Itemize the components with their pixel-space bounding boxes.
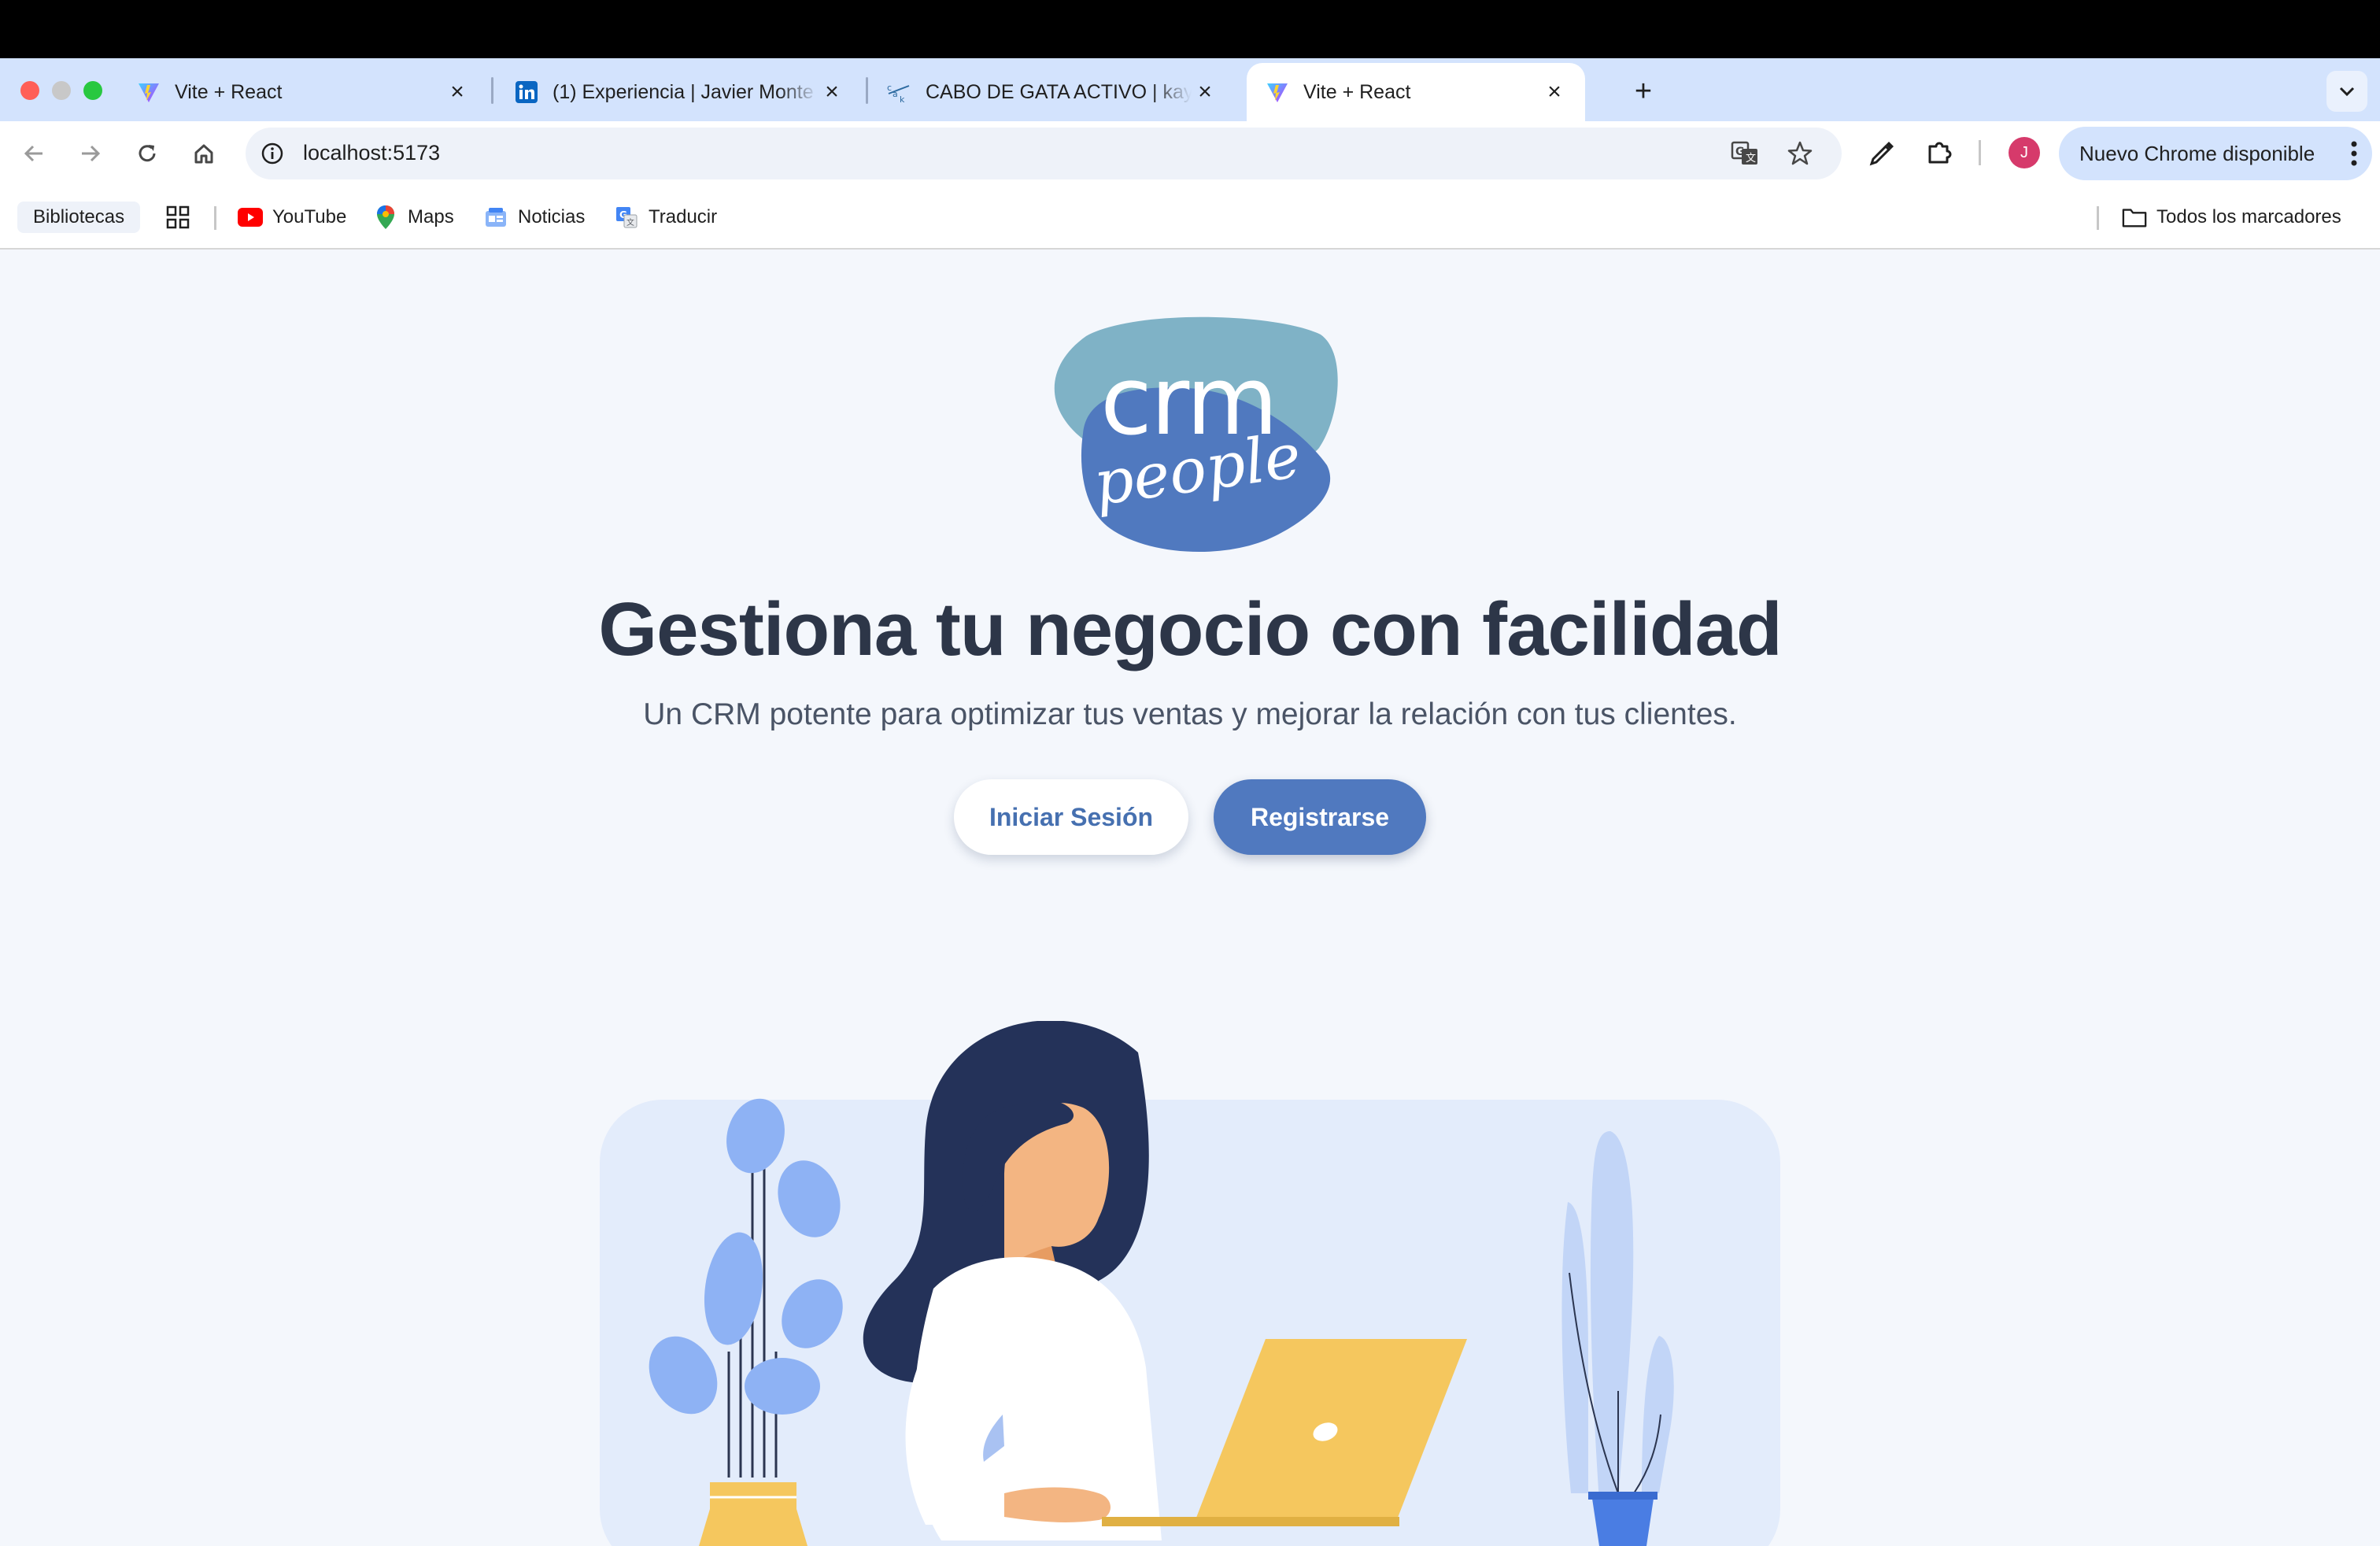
tab-title: (1) Experiencia | Javier Monte <box>552 80 814 103</box>
woman-laptop-illustration <box>600 1021 1780 1546</box>
svg-text:c: c <box>887 83 892 93</box>
home-button[interactable] <box>186 135 222 172</box>
tab-title: Vite + React <box>1303 80 1411 103</box>
apps-grid-icon[interactable] <box>165 205 190 230</box>
bookmark-label: YouTube <box>272 206 347 227</box>
vite-icon <box>135 79 162 105</box>
tab-search-button[interactable] <box>2326 71 2367 112</box>
tab-vite-react-active[interactable]: Vite + React × <box>1247 63 1585 121</box>
tab-kayak[interactable]: cak CABO DE GATA ACTIVO | kaya × <box>869 63 1236 121</box>
bookmark-label: Maps <box>408 206 454 227</box>
bookmarks-divider <box>2097 206 2099 230</box>
browser-window: Vite + React × (1) Experiencia | Javier … <box>0 58 2380 250</box>
bookmark-maps[interactable]: Maps <box>373 202 454 233</box>
bookmark-youtube[interactable]: YouTube <box>238 202 346 233</box>
more-vertical-icon <box>2351 141 2357 166</box>
bookmark-label: Traducir <box>649 206 718 227</box>
linkedin-icon <box>513 79 540 105</box>
svg-text:文: 文 <box>626 217 634 227</box>
forward-button[interactable] <box>72 135 109 172</box>
profile-avatar[interactable]: J <box>2009 137 2040 168</box>
translate-page-icon[interactable]: G文 <box>1730 139 1760 168</box>
reload-button[interactable] <box>129 135 165 172</box>
translate-icon: G文 <box>614 205 639 230</box>
tab-close-icon[interactable]: × <box>1541 79 1568 105</box>
tab-close-icon[interactable]: × <box>819 79 845 105</box>
new-tab-button[interactable]: + <box>1626 74 1661 109</box>
back-button[interactable] <box>16 135 52 172</box>
extensions-puzzle-icon[interactable] <box>1924 137 1955 168</box>
youtube-icon <box>238 205 263 230</box>
bookmark-label: Todos los marcadores <box>2156 206 2341 227</box>
bookmark-all-bookmarks[interactable]: Todos los marcadores <box>2122 202 2341 233</box>
svg-text:文: 文 <box>1746 153 1756 165</box>
hero-subline: Un CRM potente para optimizar tus ventas… <box>643 697 1737 731</box>
tab-title: Vite + React <box>175 80 283 103</box>
tab-divider <box>491 77 493 104</box>
home-icon <box>194 144 213 164</box>
eyedropper-extension-icon[interactable] <box>1867 137 1898 168</box>
tab-strip: Vite + React × (1) Experiencia | Javier … <box>0 58 2380 121</box>
arrow-right-icon <box>82 145 101 162</box>
update-chrome-label: Nuevo Chrome disponible <box>2079 141 2315 165</box>
bookmark-bibliotecas[interactable]: Bibliotecas <box>17 202 141 233</box>
tab-close-icon[interactable]: × <box>444 79 471 105</box>
update-chrome-button[interactable]: Nuevo Chrome disponible <box>2059 127 2372 180</box>
vite-icon <box>1264 79 1291 105</box>
bookmark-noticias[interactable]: Noticias <box>483 202 585 233</box>
zoom-window-button[interactable] <box>83 81 102 100</box>
minimize-window-button[interactable] <box>52 81 71 100</box>
tab-vite-react-1[interactable]: Vite + React × <box>118 63 488 121</box>
chevron-down-icon <box>2339 87 2355 97</box>
hero-headline: Gestiona tu negocio con facilidad <box>598 587 1782 671</box>
toolbar-divider <box>1979 140 1981 165</box>
tab-title: CABO DE GATA ACTIVO | kaya <box>926 80 1192 103</box>
crm-people-logo: crm people <box>1054 316 1338 553</box>
tab-close-icon[interactable]: × <box>1192 79 1218 105</box>
url-text: localhost:5173 <box>303 141 441 165</box>
bookmark-label: Bibliotecas <box>33 206 125 227</box>
address-bar[interactable]: localhost:5173 G文 <box>246 128 1842 179</box>
bookmark-label: Noticias <box>518 206 586 227</box>
svg-text:k: k <box>900 94 905 103</box>
kayak-icon: cak <box>886 79 913 105</box>
bookmarks-bar: Bibliotecas YouTube Maps Noticias G文 Tra… <box>0 186 2380 250</box>
page-content: crm people Gestiona tu negocio con facil… <box>0 250 2380 1546</box>
bookmarks-divider <box>214 206 216 230</box>
reload-icon <box>139 145 156 162</box>
login-button[interactable]: Iniciar Sesión <box>954 779 1188 855</box>
tab-divider <box>866 77 868 104</box>
arrow-left-icon <box>24 145 42 162</box>
site-info-icon[interactable] <box>260 141 285 166</box>
bookmark-star-icon[interactable] <box>1785 139 1815 168</box>
news-icon <box>483 205 508 230</box>
close-window-button[interactable] <box>20 81 39 100</box>
tab-linkedin[interactable]: (1) Experiencia | Javier Monte × <box>496 63 863 121</box>
maps-icon <box>373 205 398 230</box>
bookmark-traducir[interactable]: G文 Traducir <box>614 202 717 233</box>
folder-icon <box>2122 205 2147 230</box>
register-button[interactable]: Registrarse <box>1214 779 1426 855</box>
